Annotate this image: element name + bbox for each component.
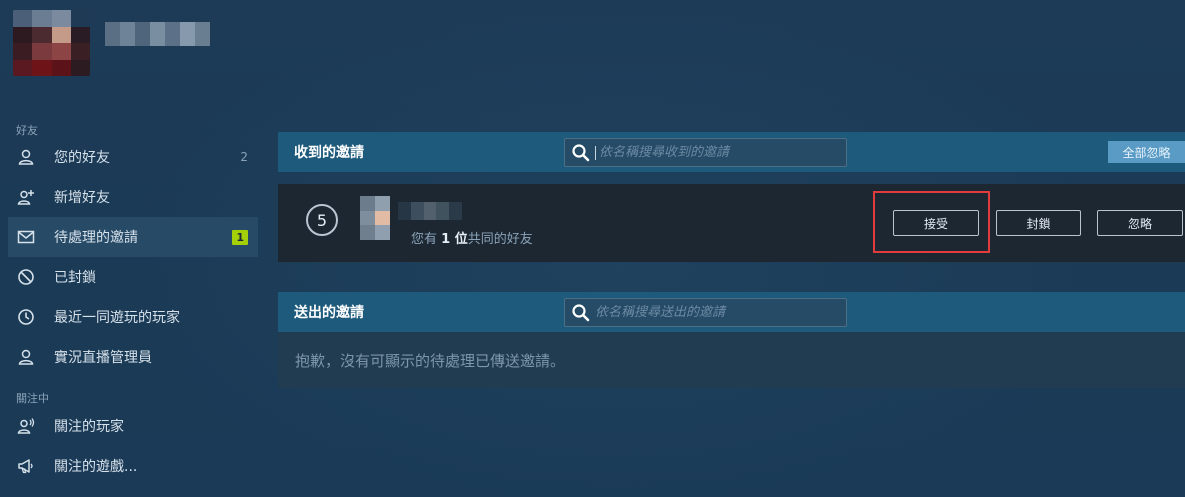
sidebar-item-label: 關注的玩家: [54, 419, 124, 435]
sidebar-item-label: 待處理的邀請: [54, 230, 138, 246]
mutual-count: 1 位: [441, 232, 468, 247]
received-invites-header: 收到的邀請 全部忽略: [278, 132, 1185, 172]
sidebar-item-add-friend[interactable]: 新增好友: [8, 177, 258, 217]
profile-avatar[interactable]: [13, 10, 90, 76]
mutual-friends-text: 您有 1 位共同的好友: [411, 228, 533, 247]
friend-count: 2: [240, 150, 248, 164]
person-icon: [17, 148, 35, 166]
add-friend-icon: [17, 188, 35, 206]
received-invites-title: 收到的邀請: [294, 145, 364, 161]
search-icon: [572, 143, 590, 161]
text-cursor: [595, 145, 596, 160]
search-icon: [572, 303, 590, 321]
empty-message: 抱歉，沒有可顯示的待處理已傳送邀請。: [295, 352, 566, 370]
sent-invites-title: 送出的邀請: [294, 305, 364, 321]
megaphone-icon: [17, 457, 35, 475]
sidebar-item-label: 實況直播管理員: [54, 350, 152, 366]
pending-count-badge: 1: [232, 229, 248, 245]
ignore-all-button[interactable]: 全部忽略: [1108, 141, 1185, 163]
sent-invites-empty: 抱歉，沒有可顯示的待處理已傳送邀請。: [278, 332, 1185, 388]
sidebar-item-blocked[interactable]: 已封鎖: [8, 257, 258, 297]
clock-icon: [17, 308, 35, 326]
sidebar-item-label: 已封鎖: [54, 270, 96, 286]
sent-search-input[interactable]: [595, 301, 835, 324]
sidebar-item-your-friends[interactable]: 您的好友 2: [8, 137, 258, 177]
sidebar-item-broadcast-moderators[interactable]: 實況直播管理員: [8, 337, 258, 377]
sidebar-item-followed-games[interactable]: 關注的遊戲...: [8, 446, 258, 486]
mutual-prefix: 您有: [411, 232, 438, 247]
sidebar-item-label: 新增好友: [54, 190, 110, 206]
received-search-box[interactable]: [564, 138, 847, 167]
envelope-icon: [17, 228, 35, 246]
accept-highlight-box: [873, 191, 990, 253]
section-label-following: 關注中: [16, 392, 49, 405]
steam-level-badge: 5: [306, 204, 338, 236]
sidebar-item-label: 關注的遊戲...: [54, 459, 138, 475]
sidebar-item-followed-players[interactable]: 關注的玩家: [8, 406, 258, 446]
block-button[interactable]: 封鎖: [996, 210, 1081, 236]
sidebar-item-label: 最近一同遊玩的玩家: [54, 310, 180, 326]
sent-search-box[interactable]: [564, 298, 847, 327]
ignore-button[interactable]: 忽略: [1097, 210, 1183, 236]
sent-invites-header: 送出的邀請: [278, 292, 1185, 332]
profile-username[interactable]: [105, 22, 210, 46]
sidebar-item-recently-played[interactable]: 最近一同遊玩的玩家: [8, 297, 258, 337]
broadcast-person-icon: [17, 417, 35, 435]
received-search-input[interactable]: [599, 141, 839, 164]
invite-row: 5 您有 1 位共同的好友 接受 封鎖 忽略: [278, 184, 1185, 262]
sidebar-item-pending-invites[interactable]: 待處理的邀請 1: [8, 217, 258, 257]
mutual-suffix: 共同的好友: [467, 232, 533, 247]
inviter-name[interactable]: [398, 202, 462, 220]
person-icon: [17, 348, 35, 366]
inviter-avatar[interactable]: [360, 196, 390, 240]
block-icon: [17, 268, 35, 286]
section-label-friends: 好友: [16, 124, 38, 137]
sidebar-item-label: 您的好友: [54, 150, 110, 166]
